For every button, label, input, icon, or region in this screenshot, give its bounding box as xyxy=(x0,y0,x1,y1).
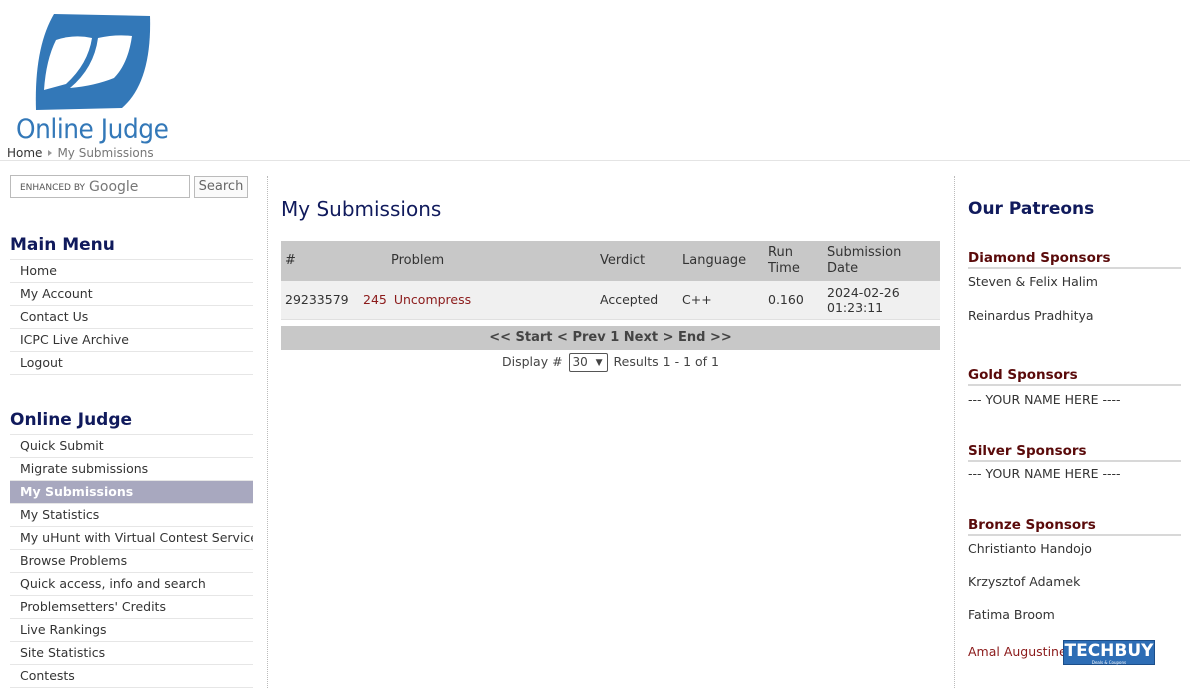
display-row: Display # 30 ▼ Results 1 - 1 of 1 xyxy=(281,353,940,372)
patreons-title: Our Patreons xyxy=(968,199,1095,219)
submission-date: 2024-02-26 xyxy=(827,284,900,300)
table-row: 29233579 245 Uncompress Accepted C++ 0.16… xyxy=(281,281,940,320)
display-label: Display # xyxy=(502,354,563,369)
menu-item-my-uhunt[interactable]: My uHunt with Virtual Contest Service xyxy=(10,527,253,550)
techbuy-tagline: Deals & Coupons xyxy=(1091,660,1127,665)
col-header-id: # xyxy=(281,241,359,281)
online-judge-menu: Quick Submit Migrate submissions My Subm… xyxy=(10,434,253,688)
menu-item-my-account[interactable]: My Account xyxy=(10,283,253,306)
menu-item-contests[interactable]: Contests xyxy=(10,665,253,688)
techbuy-label: TECHBUY xyxy=(1064,641,1154,661)
problem-name-link[interactable]: Uncompress xyxy=(394,292,471,307)
menu-item-site-statistics[interactable]: Site Statistics xyxy=(10,642,253,665)
search-brand-prefix: ENHANCED BY xyxy=(20,183,86,193)
menu-item-my-statistics[interactable]: My Statistics xyxy=(10,504,253,527)
chevron-down-icon: ▼ xyxy=(595,358,603,368)
bronze-sponsor: Fatima Broom xyxy=(968,607,1055,622)
menu-item-logout[interactable]: Logout xyxy=(10,352,253,375)
gold-sponsor: --- YOUR NAME HERE ---- xyxy=(968,392,1121,407)
verdict: Accepted xyxy=(596,281,678,320)
logo-text: Online Judge xyxy=(16,114,169,145)
submission-time: 01:23:11 xyxy=(827,299,884,315)
submission-id: 29233579 xyxy=(281,281,359,320)
header-divider xyxy=(0,160,1190,161)
problem-cell: 245 Uncompress xyxy=(359,281,596,320)
left-column-divider xyxy=(267,176,268,688)
breadcrumb-current: My Submissions xyxy=(57,146,154,160)
silver-sponsors-title: Silver Sponsors xyxy=(968,443,1181,462)
problem-id-link[interactable]: 245 xyxy=(363,292,394,307)
display-count-select[interactable]: 30 ▼ xyxy=(568,353,608,372)
right-column-divider xyxy=(954,176,955,688)
search-input[interactable]: ENHANCED BY Google xyxy=(10,175,190,198)
display-count-value: 30 xyxy=(572,355,588,369)
menu-item-quick-access[interactable]: Quick access, info and search xyxy=(10,573,253,596)
main-menu-title: Main Menu xyxy=(10,235,115,255)
menu-item-home[interactable]: Home xyxy=(10,260,253,283)
submissions-table: # Problem Verdict Language Run Time Subm… xyxy=(281,241,940,320)
language: C++ xyxy=(678,281,764,320)
submission-date-cell: 2024-02-26 01:23:11 xyxy=(823,281,940,320)
menu-item-migrate-submissions[interactable]: Migrate submissions xyxy=(10,458,253,481)
diamond-sponsors-title: Diamond Sponsors xyxy=(968,250,1181,269)
bronze-sponsors-title: Bronze Sponsors xyxy=(968,517,1181,536)
google-brand: Google xyxy=(89,179,139,195)
menu-item-problemsetters-credits[interactable]: Problemsetters' Credits xyxy=(10,596,253,619)
col-header-problem: Problem xyxy=(359,241,596,281)
gold-sponsors-title: Gold Sponsors xyxy=(968,367,1181,386)
search-button[interactable]: Search xyxy=(194,176,248,198)
col-header-run-time: Run Time xyxy=(764,241,823,281)
menu-item-contact-us[interactable]: Contact Us xyxy=(10,306,253,329)
run-time: 0.160 xyxy=(764,281,823,320)
col-header-verdict: Verdict xyxy=(596,241,678,281)
diamond-sponsor: Reinardus Pradhitya xyxy=(968,308,1094,323)
menu-item-quick-submit[interactable]: Quick Submit xyxy=(10,435,253,458)
menu-item-icpc-live-archive[interactable]: ICPC Live Archive xyxy=(10,329,253,352)
menu-item-browse-problems[interactable]: Browse Problems xyxy=(10,550,253,573)
bronze-sponsor: Christianto Handojo xyxy=(968,541,1092,556)
breadcrumb-home[interactable]: Home xyxy=(7,146,42,160)
results-summary: Results 1 - 1 of 1 xyxy=(613,354,719,369)
online-judge-menu-title: Online Judge xyxy=(10,410,133,430)
techbuy-badge[interactable]: TECHBUY Deals & Coupons xyxy=(1063,640,1155,665)
pagination[interactable]: << Start < Prev 1 Next > End >> xyxy=(281,326,940,350)
page-title: My Submissions xyxy=(281,197,442,221)
table-header-row: # Problem Verdict Language Run Time Subm… xyxy=(281,241,940,281)
menu-item-my-submissions[interactable]: My Submissions xyxy=(10,481,253,504)
col-header-submission-date: Submission Date xyxy=(823,241,940,281)
diamond-sponsor: Steven & Felix Halim xyxy=(968,274,1098,289)
breadcrumb: Home My Submissions xyxy=(7,146,154,160)
menu-item-live-rankings[interactable]: Live Rankings xyxy=(10,619,253,642)
main-menu: Home My Account Contact Us ICPC Live Arc… xyxy=(10,259,253,375)
bronze-sponsor: Krzysztof Adamek xyxy=(968,574,1081,589)
col-header-language: Language xyxy=(678,241,764,281)
breadcrumb-arrow-icon xyxy=(48,150,53,156)
bronze-sponsor-link[interactable]: Amal Augustine xyxy=(968,644,1067,659)
silver-sponsor: --- YOUR NAME HERE ---- xyxy=(968,466,1121,481)
